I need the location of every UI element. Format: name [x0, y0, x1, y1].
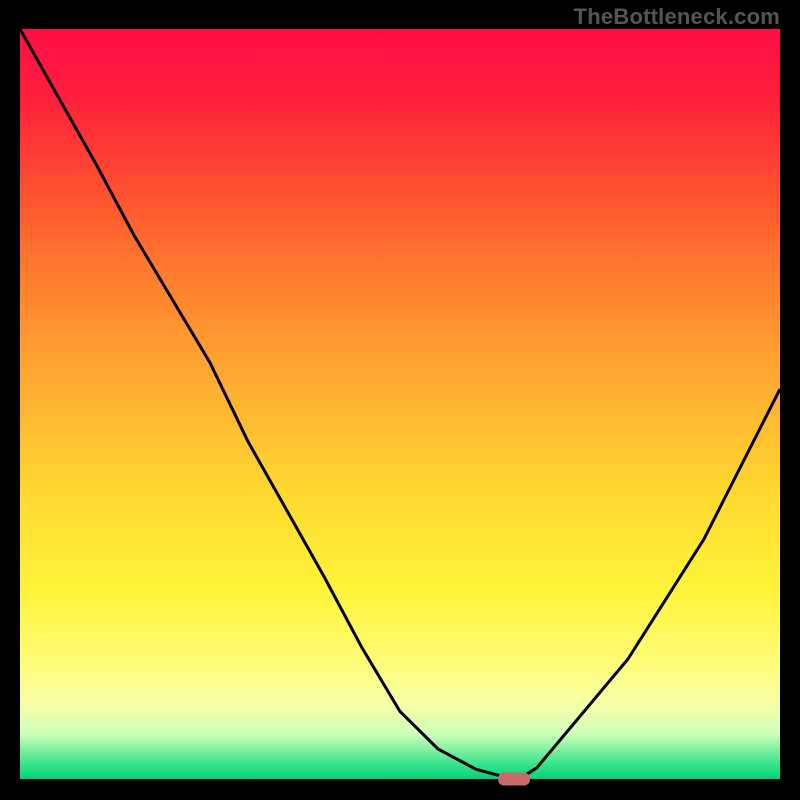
optimal-point-marker — [498, 773, 530, 786]
chart-frame: TheBottleneck.com — [0, 0, 800, 800]
curve-layer — [20, 29, 780, 779]
watermark-text: TheBottleneck.com — [574, 4, 780, 30]
plot-area — [20, 29, 780, 779]
bottleneck-curve — [20, 29, 780, 778]
